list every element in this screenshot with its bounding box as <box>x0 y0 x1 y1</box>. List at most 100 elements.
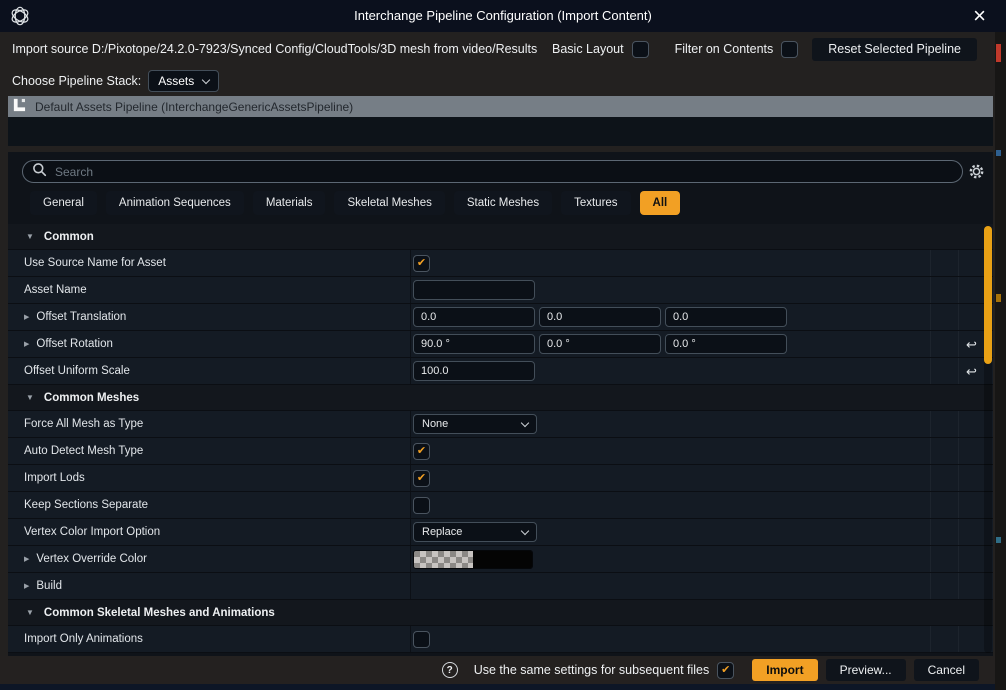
search-box[interactable] <box>22 160 963 183</box>
input-asset-name[interactable] <box>413 280 535 300</box>
property-label-cell: Import Only Animations <box>8 626 410 652</box>
checkbox-auto-detect-mesh-type[interactable]: ✔ <box>413 443 430 460</box>
input-offset-translation-y[interactable] <box>539 307 661 327</box>
property-label: Use Source Name for Asset <box>24 257 166 269</box>
preview-button[interactable]: Preview... <box>826 659 906 681</box>
chevron-down-icon <box>521 418 529 426</box>
dropdown-force-all-mesh-as-type[interactable]: None <box>413 414 537 434</box>
pipeline-stack-value: Assets <box>158 74 194 88</box>
checkbox-import-lods[interactable]: ✔ <box>413 470 430 487</box>
check-icon: ✔ <box>417 258 426 269</box>
same-settings-label: Use the same settings for subsequent fil… <box>474 663 710 677</box>
expand-chevron-icon[interactable]: ▶ <box>24 582 29 590</box>
reset-selected-pipeline-button[interactable]: Reset Selected Pipeline <box>812 38 977 61</box>
scrollbar-thumb[interactable] <box>984 226 992 364</box>
property-label-cell: ▶Vertex Override Color <box>8 546 410 572</box>
input-offset-translation-z[interactable] <box>665 307 787 327</box>
property-label-cell: ▶Offset Translation <box>8 304 410 330</box>
row-spare-cell <box>930 573 958 599</box>
filter-on-contents-checkbox[interactable] <box>781 41 798 58</box>
section-header-common[interactable]: ▼Common <box>8 224 993 250</box>
expand-chevron-icon[interactable]: ▶ <box>24 555 29 563</box>
scrollbar[interactable] <box>984 226 992 653</box>
reset-to-default-icon[interactable]: ↩ <box>966 338 977 351</box>
row-spare-cell <box>930 277 958 303</box>
row-reset-cell <box>958 411 984 437</box>
section-title: Common Skeletal Meshes and Animations <box>44 607 275 619</box>
row-spare-cell <box>930 331 958 357</box>
property-label-cell: Force All Mesh as Type <box>8 411 410 437</box>
same-settings-checkbox[interactable]: ✔ <box>717 662 734 679</box>
tab-textures[interactable]: Textures <box>561 191 630 215</box>
checkbox-import-only-animations[interactable] <box>413 631 430 648</box>
row-spare-cell <box>930 626 958 652</box>
pipeline-stack-dropdown[interactable]: Assets <box>148 70 219 92</box>
property-value-cell <box>410 304 930 330</box>
basic-layout-checkbox[interactable] <box>632 41 649 58</box>
section-header-common-meshes[interactable]: ▼Common Meshes <box>8 385 993 411</box>
tab-static-meshes[interactable]: Static Meshes <box>454 191 552 215</box>
property-label-cell: Asset Name <box>8 277 410 303</box>
property-row-use-source-name-for-asset: Use Source Name for Asset ✔ <box>8 250 993 277</box>
pipeline-stack-row: Choose Pipeline Stack: Assets <box>0 66 995 96</box>
tab-materials[interactable]: Materials <box>253 191 326 215</box>
input-offset-rotation-z[interactable] <box>665 334 787 354</box>
tab-all[interactable]: All <box>640 191 681 215</box>
details-panel: General Animation Sequences Materials Skele… <box>8 152 993 656</box>
input-offset-rotation-x[interactable] <box>413 334 535 354</box>
window-title: Interchange Pipeline Configuration (Impo… <box>0 0 1006 32</box>
toolbar: Import source D:/Pixotope/24.2.0-7923/Sy… <box>0 32 995 66</box>
help-icon[interactable]: ? <box>442 662 458 678</box>
row-reset-cell: ↩ <box>958 358 984 384</box>
interchange-dialog: Interchange Pipeline Configuration (Impo… <box>0 0 1006 690</box>
check-icon: ✔ <box>417 446 426 457</box>
input-offset-translation-x[interactable] <box>413 307 535 327</box>
titlebar: Interchange Pipeline Configuration (Impo… <box>0 0 1006 32</box>
input-offset-rotation-y[interactable] <box>539 334 661 354</box>
color-swatch-rgb <box>473 551 532 568</box>
section-collapse-icon: ▼ <box>26 608 34 617</box>
tab-skeletal-meshes[interactable]: Skeletal Meshes <box>334 191 444 215</box>
tabs: General Animation Sequences Materials Skele… <box>30 191 680 215</box>
tab-animation-sequences[interactable]: Animation Sequences <box>106 191 244 215</box>
property-label-cell: ▶ Build <box>8 573 410 599</box>
property-label-cell: Auto Detect Mesh Type <box>8 438 410 464</box>
import-source-text: Import source D:/Pixotope/24.2.0-7923/Sy… <box>12 42 537 56</box>
check-icon: ✔ <box>417 473 426 484</box>
property-label: Build <box>36 580 62 592</box>
search-input[interactable] <box>55 165 956 179</box>
row-reset-cell <box>958 465 984 491</box>
expand-chevron-icon[interactable]: ▶ <box>24 313 29 321</box>
property-row-import-only-animations: Import Only Animations <box>8 626 993 653</box>
section-header-common-skeletal-meshes-and-animations[interactable]: ▼ Common Skeletal Meshes and Animations <box>8 600 993 626</box>
checkbox-use-source-name-for-asset[interactable]: ✔ <box>413 255 430 272</box>
property-value-cell: ✔ <box>410 465 930 491</box>
import-button[interactable]: Import <box>752 659 817 681</box>
row-spare-cell <box>930 519 958 545</box>
settings-gear-icon[interactable] <box>963 163 990 180</box>
reset-to-default-icon[interactable]: ↩ <box>966 365 977 378</box>
window-bottom-border <box>0 684 995 690</box>
pipeline-list: Default Assets Pipeline (InterchangeGene… <box>8 96 993 146</box>
pipeline-list-item[interactable]: Default Assets Pipeline (InterchangeGene… <box>8 96 993 117</box>
color-swatch-vertex-override-color[interactable] <box>413 550 533 569</box>
property-value-cell <box>410 573 930 599</box>
close-icon[interactable]: × <box>973 3 986 29</box>
row-reset-cell <box>958 626 984 652</box>
dropdown-vertex-color-import-option[interactable]: Replace <box>413 522 537 542</box>
cancel-button[interactable]: Cancel <box>914 659 979 681</box>
row-spare-cell <box>930 250 958 276</box>
property-value-cell <box>410 358 930 384</box>
property-value-cell: Replace <box>410 519 930 545</box>
checkbox-keep-sections-separate[interactable] <box>413 497 430 514</box>
tab-general[interactable]: General <box>30 191 97 215</box>
property-label-cell: Use Source Name for Asset <box>8 250 410 276</box>
property-label-cell: Import Lods <box>8 465 410 491</box>
property-value-cell <box>410 546 930 572</box>
row-reset-cell <box>958 250 984 276</box>
property-value-cell: ✔ <box>410 250 930 276</box>
property-row-offset-translation: ▶Offset Translation <box>8 304 993 331</box>
search-row <box>22 160 990 183</box>
input-offset-uniform-scale[interactable] <box>413 361 535 381</box>
expand-chevron-icon[interactable]: ▶ <box>24 340 29 348</box>
